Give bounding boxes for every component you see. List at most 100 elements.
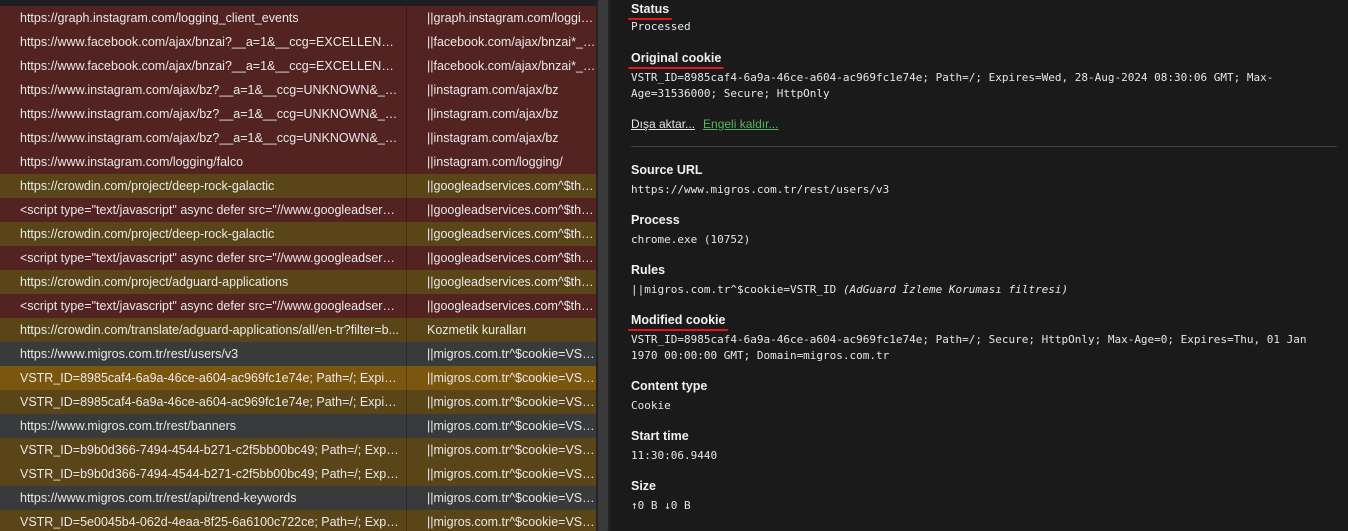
column-separator (406, 198, 407, 222)
request-url: https://www.migros.com.tr/rest/banners (20, 419, 237, 433)
request-row[interactable]: https://graph.instagram.com/logging_clie… (0, 6, 596, 30)
rules-section: Rules ||migros.com.tr^$cookie=VSTR_ID (A… (631, 261, 1331, 298)
request-row[interactable]: <script type="text/javascript" async def… (0, 246, 596, 270)
list-scrollbar-thumb[interactable] (598, 0, 608, 531)
request-row[interactable]: VSTR_ID=b9b0d366-7494-4544-b271-c2f5bb00… (0, 462, 596, 486)
request-rule: ||migros.com.tr^$cookie=VST... (427, 467, 596, 481)
status-section: Status Processed (627, 0, 1331, 35)
request-rule: ||instagram.com/ajax/bz (427, 107, 559, 121)
rule-filter-note: (AdGuard İzleme Koruması filtresi) (842, 283, 1069, 296)
request-row[interactable]: https://www.facebook.com/ajax/bnzai?__a=… (0, 54, 596, 78)
request-row[interactable]: VSTR_ID=b9b0d366-7494-4544-b271-c2f5bb00… (0, 438, 596, 462)
request-row[interactable]: https://www.instagram.com/ajax/bz?__a=1&… (0, 102, 596, 126)
request-row[interactable]: VSTR_ID=8985caf4-6a9a-46ce-a604-ac969fc1… (0, 366, 596, 390)
modified-cookie-label: Modified cookie (627, 313, 729, 331)
column-separator (406, 30, 407, 54)
size-value: ↑0 B ↓0 B (631, 499, 691, 512)
export-link[interactable]: Dışa aktar... (631, 117, 695, 131)
request-url: https://www.instagram.com/logging/falco (20, 155, 244, 169)
column-separator (406, 102, 407, 126)
request-rule: ||migros.com.tr^$cookie=VST... (427, 395, 596, 409)
column-separator (406, 6, 407, 30)
request-row[interactable]: <script type="text/javascript" async def… (0, 294, 596, 318)
start-time-label: Start time (631, 429, 689, 443)
original-cookie-value: VSTR_ID=8985caf4-6a9a-46ce-a604-ac969fc1… (631, 71, 1274, 100)
request-rule: ||googleadservices.com^$third... (427, 251, 596, 265)
request-row[interactable]: https://www.facebook.com/ajax/bnzai?__a=… (0, 30, 596, 54)
request-rule: ||facebook.com/ajax/bnzai*__c... (427, 35, 596, 49)
request-url: https://www.instagram.com/ajax/bz?__a=1&… (20, 131, 400, 145)
column-separator (406, 318, 407, 342)
request-rule: ||googleadservices.com^$third... (427, 179, 596, 193)
request-rule: ||graph.instagram.com/logging... (427, 11, 596, 25)
request-rule: ||googleadservices.com^$third... (427, 227, 596, 241)
column-separator (406, 54, 407, 78)
source-url-value: https://www.migros.com.tr/rest/users/v3 (631, 183, 890, 196)
request-row[interactable]: <script type="text/javascript" async def… (0, 198, 596, 222)
request-rule: ||migros.com.tr^$cookie=VST... (427, 371, 596, 385)
column-separator (406, 126, 407, 150)
request-url: https://www.migros.com.tr/rest/api/trend… (20, 491, 297, 505)
request-rule: Kozmetik kuralları (427, 323, 527, 337)
request-row[interactable]: https://www.migros.com.tr/rest/users/v3 |… (0, 342, 596, 366)
request-row[interactable]: https://www.migros.com.tr/rest/api/trend… (0, 486, 596, 510)
column-separator (406, 510, 407, 531)
request-url: https://www.facebook.com/ajax/bnzai?__a=… (20, 59, 400, 73)
start-time-value: 11:30:06.9440 (631, 449, 718, 462)
content-type-value: Cookie (631, 399, 671, 412)
request-row[interactable]: VSTR_ID=5e0045b4-062d-4eaa-8f25-6a6100c7… (0, 510, 596, 531)
request-url: https://www.migros.com.tr/rest/users/v3 (20, 347, 239, 361)
column-separator (406, 150, 407, 174)
rules-label: Rules (631, 263, 666, 277)
unblock-link[interactable]: Engeli kaldır... (703, 117, 778, 131)
request-row[interactable]: https://www.migros.com.tr/rest/banners ||… (0, 414, 596, 438)
modified-cookie-section: Modified cookie VSTR_ID=8985caf4-6a9a-46… (627, 311, 1331, 364)
request-rule: ||googleadservices.com^$third... (427, 203, 596, 217)
divider (631, 146, 1337, 147)
details-panel: Status Processed Original cookie VSTR_ID… (611, 0, 1348, 531)
request-url: https://www.facebook.com/ajax/bnzai?__a=… (20, 35, 400, 49)
request-url: https://crowdin.com/project/deep-rock-ga… (20, 227, 275, 241)
request-rule: ||migros.com.tr^$cookie=VST... (427, 515, 596, 529)
request-url: <script type="text/javascript" async def… (20, 203, 400, 217)
request-url: https://www.instagram.com/ajax/bz?__a=1&… (20, 83, 400, 97)
size-section: Size ↑0 B ↓0 B (631, 477, 1331, 514)
request-url: VSTR_ID=8985caf4-6a9a-46ce-a604-ac969fc1… (20, 371, 400, 385)
request-rule: ||migros.com.tr^$cookie=VST... (427, 443, 596, 457)
action-links: Dışa aktar... Engeli kaldır... (631, 117, 1331, 131)
request-url: VSTR_ID=b9b0d366-7494-4544-b271-c2f5bb00… (20, 467, 400, 481)
request-rule: ||migros.com.tr^$cookie=VST... (427, 491, 596, 505)
request-row[interactable]: https://crowdin.com/project/deep-rock-ga… (0, 222, 596, 246)
request-url: <script type="text/javascript" async def… (20, 299, 400, 313)
request-url: VSTR_ID=5e0045b4-062d-4eaa-8f25-6a6100c7… (20, 515, 400, 529)
request-rule: ||instagram.com/ajax/bz (427, 131, 559, 145)
request-row[interactable]: https://www.instagram.com/logging/falco |… (0, 150, 596, 174)
start-time-section: Start time 11:30:06.9440 (631, 427, 1331, 464)
request-row[interactable]: https://crowdin.com/project/deep-rock-ga… (0, 174, 596, 198)
column-separator (406, 78, 407, 102)
request-row[interactable]: VSTR_ID=8985caf4-6a9a-46ce-a604-ac969fc1… (0, 390, 596, 414)
source-url-label: Source URL (631, 163, 703, 177)
request-url: VSTR_ID=b9b0d366-7494-4544-b271-c2f5bb00… (20, 443, 400, 457)
request-url: https://crowdin.com/translate/adguard-ap… (20, 323, 400, 337)
original-cookie-section: Original cookie VSTR_ID=8985caf4-6a9a-46… (627, 49, 1331, 102)
content-type-label: Content type (631, 379, 708, 393)
request-rule: ||googleadservices.com^$third... (427, 275, 596, 289)
request-row[interactable]: https://crowdin.com/translate/adguard-ap… (0, 318, 596, 342)
column-separator (406, 222, 407, 246)
request-row[interactable]: https://www.instagram.com/ajax/bz?__a=1&… (0, 78, 596, 102)
request-rule: ||migros.com.tr^$cookie=VST... (427, 347, 596, 361)
request-row[interactable]: https://www.instagram.com/ajax/bz?__a=1&… (0, 126, 596, 150)
column-separator (406, 462, 407, 486)
request-url: https://crowdin.com/project/deep-rock-ga… (20, 179, 275, 193)
process-section: Process chrome.exe (10752) (631, 211, 1331, 248)
process-label: Process (631, 213, 680, 227)
status-value: Processed (631, 20, 691, 33)
request-list: https://graph.instagram.com/logging_clie… (0, 0, 596, 531)
source-url-section: Source URL https://www.migros.com.tr/res… (631, 161, 1331, 198)
request-url: VSTR_ID=8985caf4-6a9a-46ce-a604-ac969fc1… (20, 395, 400, 409)
request-rule: ||instagram.com/ajax/bz (427, 83, 559, 97)
status-label: Status (627, 2, 673, 20)
request-rule: ||facebook.com/ajax/bnzai*__c... (427, 59, 596, 73)
request-row[interactable]: https://crowdin.com/project/adguard-appl… (0, 270, 596, 294)
